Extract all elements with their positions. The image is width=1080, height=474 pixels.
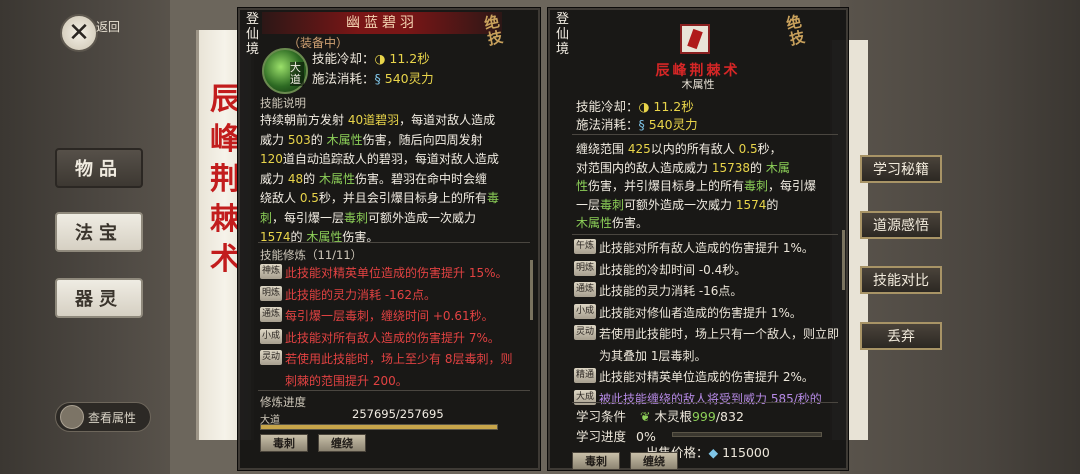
skill-description: 持续朝前方发射 40道碧羽，每道对敌人造成 威力 503的 木属性伤害，随后向四… — [260, 113, 499, 244]
tag-button-poison[interactable]: 毒刺 — [260, 434, 308, 452]
learn-condition-row: 学习条件 ❦ 木灵根999/832 — [576, 409, 744, 424]
mod-scrollbar[interactable] — [842, 230, 845, 290]
compare-skill-panel: 登仙境 绝技 辰峰荆棘术 木属性 技能冷却：◑ 11.2秒 施法消耗：§ 540… — [548, 8, 848, 470]
mod-list: 午炼 此技能对所有敌人造成的伤害提升 1%。 明炼 此技能的冷却时间 -0.4秒。 … — [574, 239, 840, 411]
cooldown-row: 技能冷却：◑ 11.2秒 — [576, 99, 694, 114]
mod-row: 灵动 若使用此技能时，场上至少有 8层毒刺，则 — [260, 350, 513, 366]
skill-book-icon — [680, 24, 710, 54]
side-tab-items[interactable]: 物品 — [55, 148, 143, 188]
skill-title: 幽蓝碧羽 — [262, 12, 502, 34]
attribute-icon — [60, 405, 84, 429]
skill-compare-button[interactable]: 技能对比 — [860, 266, 942, 294]
close-icon: ✕ — [68, 18, 90, 48]
realm-label: 登仙境 — [246, 12, 260, 57]
view-attributes-button[interactable]: 查看属性 — [55, 402, 151, 432]
ultimate-badge: 绝技 — [482, 12, 505, 49]
mod-row: 通炼 每引爆一层毒刺，缠绕时间 +0.61秒。 — [260, 307, 494, 323]
mod-row: 通炼 此技能的灵力消耗 -16点。 — [574, 282, 743, 298]
desc-label: 技能说明 — [260, 96, 306, 110]
mod-row: 明炼 此技能的灵力消耗 -162点。 — [260, 285, 437, 302]
tag-button-poison[interactable]: 毒刺 — [572, 452, 620, 470]
progress-fill — [261, 425, 497, 429]
mod-list: 神炼 此技能对精英单位造成的伤害提升 15%。 明炼 此技能的灵力消耗 -162点。… — [260, 264, 530, 393]
learn-progress-row: 学习进度 0% — [576, 429, 656, 444]
tag-button-entangle[interactable]: 缠绕 — [630, 452, 678, 470]
mana-icon: § — [374, 71, 385, 86]
skill-grade-tag: 大道 — [290, 62, 304, 86]
mod-row: 小成 此技能对所有敌人造成的伤害提升 7%。 — [260, 328, 500, 345]
clock-icon: ◑ — [638, 99, 654, 114]
divider — [258, 242, 530, 243]
mod-row: 神炼 此技能对精英单位造成的伤害提升 15%。 — [260, 264, 508, 280]
mod-scrollbar[interactable] — [530, 260, 533, 320]
mod-row: 灵动 若使用此技能时，场上只有一个敌人，则立即 — [574, 325, 840, 341]
progress-text: 257695/257695 — [352, 407, 444, 421]
dao-insight-button[interactable]: 道源感悟 — [860, 211, 942, 239]
side-tab-spirit[interactable]: 器灵 — [55, 278, 143, 318]
divider — [572, 134, 838, 135]
mod-row: 为其叠加 1层毒刺。 — [599, 348, 707, 363]
divider — [572, 402, 838, 403]
learn-book-button[interactable]: 学习秘籍 — [860, 155, 942, 183]
mana-icon: § — [638, 117, 649, 132]
back-label[interactable]: 返回 — [96, 18, 120, 35]
spirit-stone-icon: ◆ — [708, 445, 723, 460]
cooldown-row: 技能冷却：◑ 11.2秒 — [312, 51, 430, 66]
mod-row: 小成 此技能对修仙者造成的伤害提升 1%。 — [574, 303, 802, 320]
realm-label: 登仙境 — [556, 12, 570, 57]
ultimate-badge: 绝技 — [784, 12, 807, 49]
close-button[interactable]: ✕ — [60, 14, 98, 52]
discard-button[interactable]: 丢弃 — [860, 322, 942, 350]
tag-button-entangle[interactable]: 缠绕 — [318, 434, 366, 452]
cultivation-progress-bar — [260, 424, 498, 430]
cost-row: 施法消耗：§ 540灵力 — [312, 71, 434, 86]
equipped-skill-panel: 登仙境 幽蓝碧羽 绝技 （装备中） 大道 技能冷却：◑ 11.2秒 施法消耗：§… — [238, 8, 540, 470]
learn-progress-bar — [672, 432, 822, 437]
skill-description: 缠绕范围 425以内的所有敌人 0.5秒， 对范围内的敌人造成威力 15738的… — [576, 142, 817, 230]
divider — [258, 390, 530, 391]
divider — [572, 234, 838, 235]
mod-row: 精通 此技能对精英单位造成的伤害提升 2%。 — [574, 368, 814, 384]
mod-row: 明炼 此技能的冷却时间 -0.4秒。 — [574, 260, 747, 277]
leaf-icon: ❦ — [640, 409, 655, 424]
mod-row: 午炼 此技能对所有敌人造成的伤害提升 1%。 — [574, 239, 814, 255]
side-tab-treasure[interactable]: 法宝 — [55, 212, 143, 252]
element-label: 木属性 — [681, 78, 715, 91]
progress-label: 修炼进度 — [260, 395, 306, 409]
mod-label: 技能修炼（11/11） — [260, 248, 363, 262]
cost-row: 施法消耗：§ 540灵力 — [576, 117, 698, 132]
clock-icon: ◑ — [374, 51, 390, 66]
